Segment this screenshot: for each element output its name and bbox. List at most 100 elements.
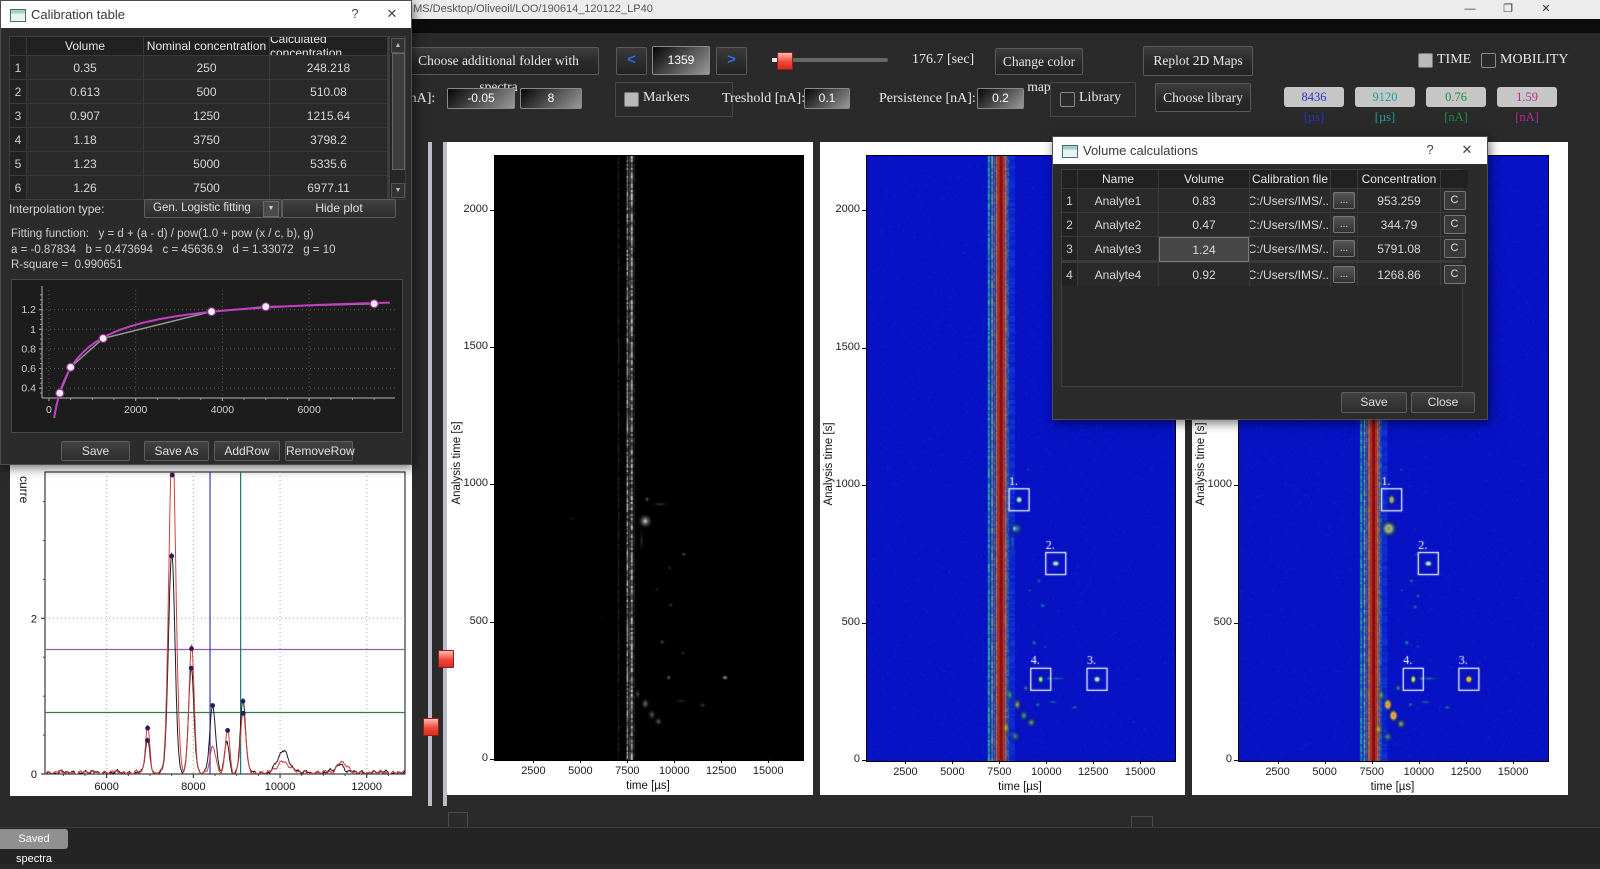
spectrum-chart-panel[interactable]: 60008000100001200002time [µs]curre: [10, 428, 412, 796]
concentration-cell[interactable]: 5791.08: [1358, 237, 1440, 260]
calibration-file-cell[interactable]: C:/Users/IMS/...: [1250, 263, 1330, 286]
calculate-button[interactable]: C: [1444, 265, 1466, 284]
browse-cell: ...: [1331, 213, 1357, 236]
table-cell[interactable]: 1215.64: [270, 104, 387, 127]
calculate-button[interactable]: C: [1444, 191, 1466, 210]
save-button[interactable]: Save: [1341, 392, 1407, 413]
y-axis-label: Analysis time [s]: [823, 409, 835, 519]
analyte-name-cell[interactable]: Analyte4: [1078, 263, 1158, 286]
time-value-label: 176.7 [sec]: [912, 52, 974, 68]
table-cell[interactable]: 500: [144, 80, 269, 103]
table-cell[interactable]: 1.23: [27, 152, 143, 175]
help-icon[interactable]: ?: [344, 6, 366, 21]
column-header: Nominal concentration: [144, 37, 269, 55]
browse-button[interactable]: ...: [1333, 266, 1355, 283]
addrow-button[interactable]: AddRow: [214, 441, 280, 461]
analyte-name-cell[interactable]: Analyte2: [1078, 213, 1158, 236]
removerow-button[interactable]: RemoveRow: [285, 441, 353, 461]
interpolation-type-dropdown[interactable]: Gen. Logistic fitting ▼: [144, 199, 282, 218]
scroll-up-icon[interactable]: ▲: [391, 38, 405, 53]
calculate-button[interactable]: C: [1444, 239, 1466, 258]
browse-button[interactable]: ...: [1333, 240, 1355, 257]
calibration-table[interactable]: VolumeNominal concentrationCalculated co…: [9, 36, 389, 200]
volume-cell[interactable]: 0.83: [1159, 189, 1249, 212]
volume-cell[interactable]: 1.24: [1159, 237, 1249, 262]
table-cell[interactable]: 0.907: [27, 104, 143, 127]
hide-plot-button[interactable]: Hide plot: [282, 199, 396, 218]
volume-cell[interactable]: 0.47: [1159, 213, 1249, 236]
table-cell[interactable]: 1250: [144, 104, 269, 127]
calibration-dialog[interactable]: Calibration table ? ✕ VolumeNominal conc…: [0, 0, 412, 465]
choose-folder-button[interactable]: Choose additional folder with spectra: [398, 47, 599, 75]
choose-library-button[interactable]: Choose library: [1155, 83, 1251, 112]
x-tick-label: 12500: [1442, 766, 1490, 778]
concentration-cell[interactable]: 1268.86: [1358, 263, 1440, 286]
change-colormap-button[interactable]: Change color map: [995, 48, 1083, 75]
browse-button[interactable]: ...: [1333, 216, 1355, 233]
scroll-down-icon[interactable]: ▼: [391, 183, 405, 198]
table-cell[interactable]: 3798.2: [270, 128, 387, 151]
table-cell[interactable]: 6977.11: [270, 176, 387, 199]
volume-cell[interactable]: 0.92: [1159, 263, 1249, 286]
calibration-file-cell[interactable]: C:/Users/IMS/...: [1250, 237, 1330, 260]
next-spectrum-button[interactable]: >: [716, 47, 747, 75]
close-icon[interactable]: ✕: [381, 6, 403, 22]
maximize-icon[interactable]: ❐: [1493, 0, 1523, 19]
concentration-cell[interactable]: 953.259: [1358, 189, 1440, 212]
save-button[interactable]: Save: [61, 441, 130, 461]
x-tick-mark: [905, 760, 906, 764]
analyte-name-cell[interactable]: Analyte1: [1078, 189, 1158, 212]
calculate-button[interactable]: C: [1444, 215, 1466, 234]
close-button[interactable]: Close: [1411, 392, 1475, 413]
y-tick-mark: [490, 759, 494, 760]
library-label: Library: [1079, 90, 1121, 106]
table-cell[interactable]: 1.26: [27, 176, 143, 199]
calibration-table-scrollbar[interactable]: ▲ ▼: [389, 36, 406, 200]
concentration-cell[interactable]: 344.79: [1358, 213, 1440, 236]
help-icon[interactable]: ?: [1419, 142, 1441, 157]
volume-dialog-titlebar[interactable]: Volume calculations ? ✕: [1053, 137, 1487, 164]
table-cell[interactable]: 5000: [144, 152, 269, 175]
calibration-file-cell[interactable]: C:/Users/IMS/...: [1250, 189, 1330, 212]
close-icon[interactable]: ✕: [1456, 142, 1478, 158]
calibration-file-cell[interactable]: C:/Users/IMS/...: [1250, 213, 1330, 236]
analyte-name-cell[interactable]: Analyte3: [1078, 237, 1158, 260]
browse-button[interactable]: ...: [1333, 192, 1355, 209]
table-cell[interactable]: 3750: [144, 128, 269, 151]
scrollbar-thumb[interactable]: [392, 53, 405, 170]
table-cell[interactable]: 250: [144, 56, 269, 79]
table-cell[interactable]: 7500: [144, 176, 269, 199]
heatmap-gray-canvas[interactable]: [494, 155, 804, 761]
vertical-slider-track-2[interactable]: [443, 142, 447, 806]
vertical-slider-track-1[interactable]: [428, 142, 432, 806]
minimize-icon[interactable]: —: [1455, 0, 1485, 19]
table-cell[interactable]: 0.613: [27, 80, 143, 103]
time-checkbox[interactable]: [1418, 53, 1433, 68]
table-cell[interactable]: 5335.6: [270, 152, 387, 175]
replot-2d-maps-button[interactable]: Replot 2D Maps: [1143, 46, 1253, 76]
current-min-input[interactable]: -0.05: [447, 88, 515, 109]
heatmap-panel-gray[interactable]: 2500500075001000012500150000500100015002…: [447, 142, 813, 795]
library-checkbox[interactable]: [1060, 92, 1075, 107]
vertical-slider-handle-2[interactable]: [438, 650, 454, 668]
column-header: Volume: [1159, 170, 1249, 188]
volume-dialog[interactable]: Volume calculations ? ✕ NameVolumeCalibr…: [1052, 136, 1488, 420]
persistence-input[interactable]: 0.2: [977, 88, 1024, 109]
save-as-button[interactable]: Save As: [144, 441, 209, 461]
time-slider-handle[interactable]: [777, 52, 793, 70]
vertical-slider-handle-1[interactable]: [423, 718, 439, 736]
current-max-input[interactable]: 8: [520, 88, 582, 109]
close-icon[interactable]: ✕: [1531, 0, 1561, 19]
treshold-input[interactable]: 0.1: [804, 88, 850, 109]
table-cell[interactable]: 248.218: [270, 56, 387, 79]
mobility-checkbox[interactable]: [1481, 53, 1496, 68]
volume-table[interactable]: NameVolumeCalibration fileConcentration1…: [1061, 169, 1463, 286]
table-cell[interactable]: 0.35: [27, 56, 143, 79]
prev-spectrum-button[interactable]: <: [616, 47, 647, 75]
browse-cell: ...: [1331, 237, 1357, 260]
spectrum-index-input[interactable]: 1359: [652, 46, 710, 75]
markers-checkbox[interactable]: [624, 92, 639, 107]
table-cell[interactable]: 1.18: [27, 128, 143, 151]
table-cell[interactable]: 510.08: [270, 80, 387, 103]
calibration-dialog-titlebar[interactable]: Calibration table ? ✕: [1, 1, 411, 28]
